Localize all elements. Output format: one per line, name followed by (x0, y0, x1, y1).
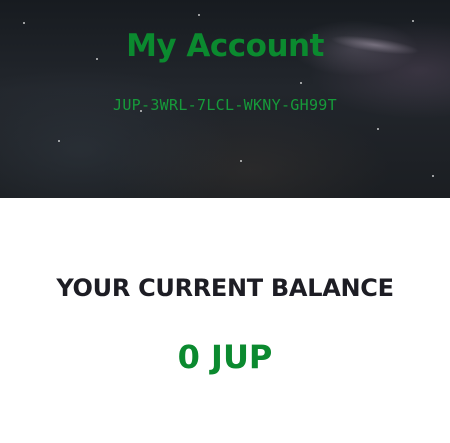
star-decoration (432, 175, 434, 177)
account-page: My Account JUP-3WRL-7LCL-WKNY-GH99T YOUR… (0, 0, 450, 443)
star-decoration (23, 22, 25, 24)
star-decoration (412, 20, 414, 22)
star-decoration (58, 140, 60, 142)
star-decoration (377, 128, 379, 130)
star-decoration (198, 14, 200, 16)
star-decoration (240, 160, 242, 162)
balance-value: 0 JUP (177, 338, 273, 376)
star-decoration (300, 82, 302, 84)
account-hero-banner: My Account JUP-3WRL-7LCL-WKNY-GH99T (0, 0, 450, 198)
balance-label: YOUR CURRENT BALANCE (56, 274, 394, 302)
account-id[interactable]: JUP-3WRL-7LCL-WKNY-GH99T (0, 96, 450, 114)
page-title: My Account (126, 28, 324, 64)
